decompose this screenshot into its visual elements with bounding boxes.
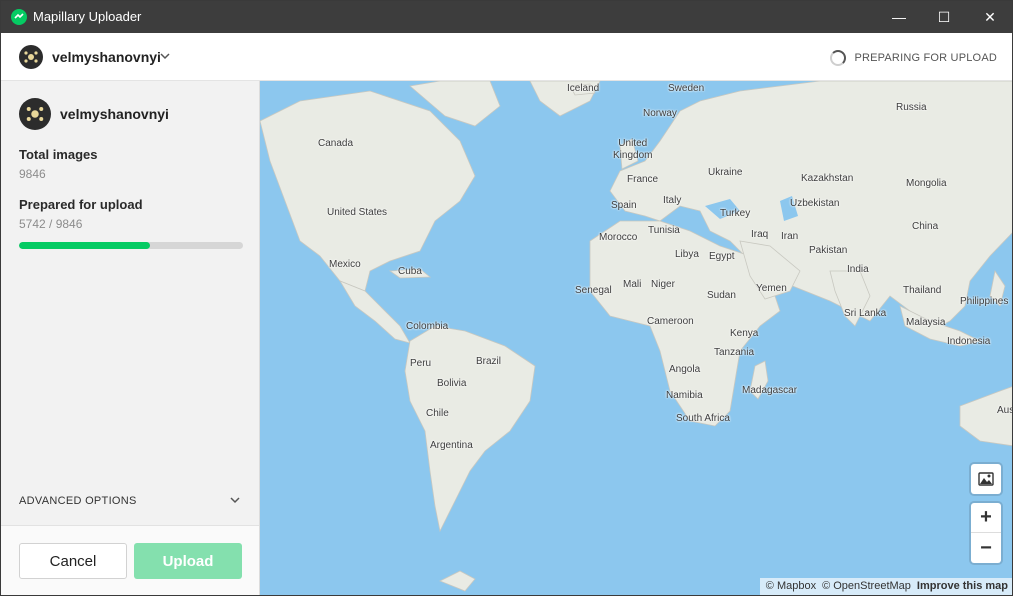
upload-button[interactable]: Upload [134, 543, 242, 579]
map-label: Italy [663, 195, 682, 206]
map-label: France [627, 174, 659, 185]
map-label: Bolivia [437, 378, 467, 389]
app-window: Mapillary Uploader — ☐ ✕ velmyshanovnyi … [0, 0, 1013, 596]
map-label: Philippines [960, 296, 1009, 307]
map-label: India [847, 264, 869, 275]
window-title: Mapillary Uploader [33, 9, 142, 24]
upload-progress-bar [19, 242, 243, 249]
map-label: Russia [896, 102, 927, 113]
map-label: Namibia [666, 390, 703, 401]
close-button[interactable]: ✕ [967, 1, 1012, 33]
map-label: Senegal [575, 285, 612, 296]
map-label: Canada [318, 138, 354, 149]
map-label: Iran [781, 231, 799, 242]
map-label: Spain [611, 200, 637, 211]
map-label: Malaysia [906, 317, 946, 328]
map-label: Colombia [406, 321, 449, 332]
mapbox-link[interactable]: © Mapbox [766, 580, 816, 594]
account-username[interactable]: velmyshanovnyi [52, 49, 161, 65]
map-style-button[interactable] [971, 464, 1001, 494]
advanced-options-toggle[interactable]: ADVANCED OPTIONS [1, 477, 259, 525]
sidebar-avatar-icon [19, 98, 51, 130]
map-label: Tunisia [648, 225, 680, 236]
map-label: Madagascar [742, 385, 798, 396]
cancel-button[interactable]: Cancel [19, 543, 127, 579]
status-text: PREPARING FOR UPLOAD [854, 52, 997, 64]
map-label: United Kingdom [613, 138, 653, 161]
map-label: Thailand [903, 285, 942, 296]
map-label: Peru [410, 358, 432, 369]
map-label: Sri Lanka [844, 308, 887, 319]
map-label: Egypt [709, 251, 735, 262]
map-label: Brazil [476, 356, 502, 367]
map-label: United States [327, 207, 388, 218]
spinner-icon [830, 50, 847, 66]
minimize-button[interactable]: — [876, 1, 922, 33]
map-label: Mexico [329, 259, 361, 270]
world-map[interactable]: Iceland Sweden Norway Russia Canada Unit… [260, 81, 1013, 595]
map-label: Sudan [707, 290, 736, 301]
map-label: Kazakhstan [801, 173, 854, 184]
sidebar-username: velmyshanovnyi [60, 106, 169, 122]
action-footer: Cancel Upload [1, 525, 259, 595]
sidebar: velmyshanovnyi Total images 9846 Prepare… [1, 81, 260, 595]
map-label: Iceland [567, 83, 600, 94]
mapillary-logo-icon [11, 9, 27, 25]
map-label: Mali [623, 279, 642, 290]
chevron-down-icon [230, 497, 240, 504]
upload-progress-fill [19, 242, 150, 249]
user-avatar-icon[interactable] [19, 45, 43, 69]
zoom-controls: + − [971, 503, 1001, 563]
map-label: Tanzania [714, 347, 755, 358]
map-label: Argentina [430, 440, 473, 451]
map-attribution: © Mapbox © OpenStreetMap Improve this ma… [759, 578, 1012, 595]
map-label: Libya [675, 249, 699, 260]
advanced-options-label: ADVANCED OPTIONS [19, 495, 137, 507]
map-label: Mongolia [906, 178, 947, 189]
map-label: Turkey [720, 208, 751, 219]
map-label: Norway [643, 108, 677, 119]
map-label: South Africa [676, 413, 730, 424]
prepared-value: 5742 / 9846 [19, 217, 83, 231]
title-bar: Mapillary Uploader — ☐ ✕ [1, 1, 1012, 33]
app-header: velmyshanovnyi PREPARING FOR UPLOAD [1, 33, 1012, 81]
prepared-label: Prepared for upload [19, 197, 143, 212]
improve-map-link[interactable]: Improve this map [917, 580, 1008, 594]
osm-link[interactable]: © OpenStreetMap [822, 580, 911, 594]
map-label: Ukraine [708, 167, 743, 178]
upload-status: PREPARING FOR UPLOAD [830, 50, 997, 66]
map-label: Uzbekistan [790, 198, 840, 209]
map-label: Indonesia [947, 336, 991, 347]
zoom-in-button[interactable]: + [971, 503, 1001, 533]
map-label: Cuba [398, 266, 422, 277]
map-label: Niger [651, 279, 675, 290]
map-label: Chile [426, 408, 449, 419]
map-label: Kenya [730, 328, 759, 339]
map-label: Iraq [751, 229, 769, 240]
chevron-down-icon[interactable] [159, 50, 171, 62]
map-style-icon [978, 472, 994, 486]
total-images-label: Total images [19, 147, 98, 162]
map-label: Morocco [599, 232, 638, 243]
map-label: Pakistan [809, 245, 848, 256]
map-label: China [912, 221, 939, 232]
map-label: Sweden [668, 83, 705, 94]
map-label: Cameroon [647, 316, 694, 327]
maximize-button[interactable]: ☐ [921, 1, 967, 33]
zoom-out-button[interactable]: − [971, 533, 1001, 563]
total-images-value: 9846 [19, 167, 46, 181]
map-label: Aus [997, 405, 1013, 416]
map-label: Yemen [756, 283, 787, 294]
map-label: Angola [669, 364, 701, 375]
